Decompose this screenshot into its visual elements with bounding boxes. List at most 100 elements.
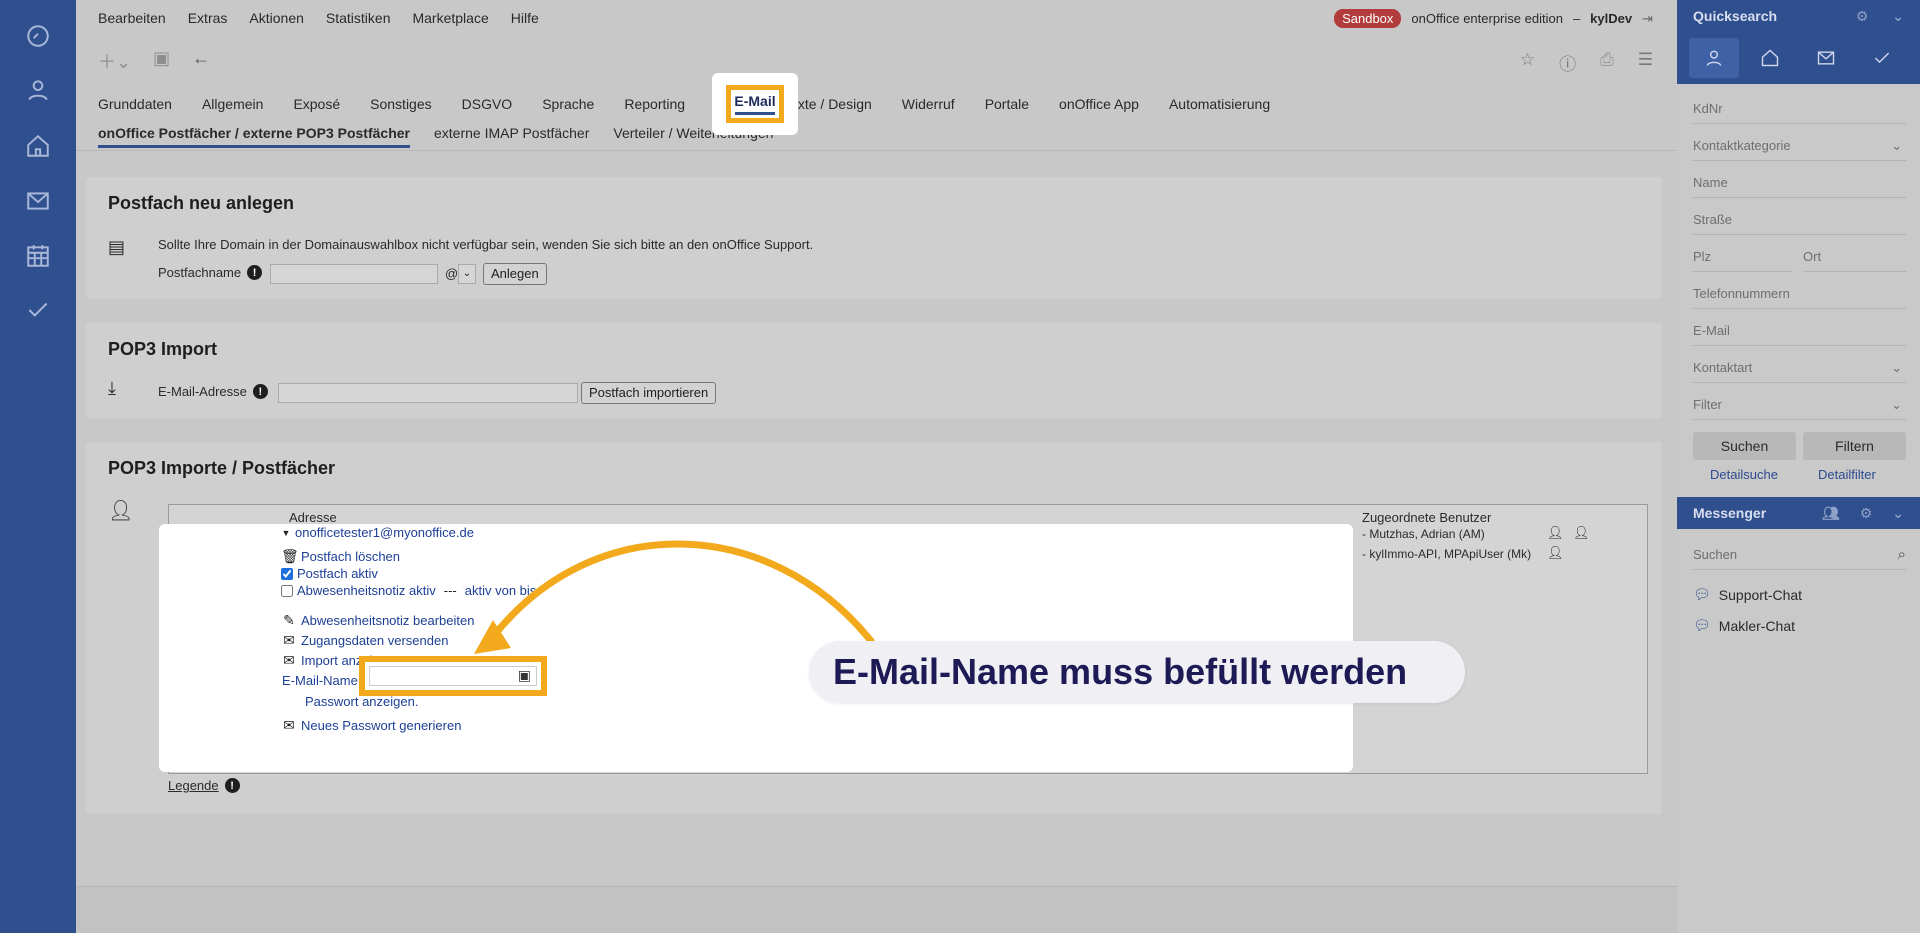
tab-reporting[interactable]: Reporting [624,96,685,112]
tab-onoffice-app[interactable]: onOffice App [1059,96,1139,112]
properties-home-icon[interactable] [22,130,54,162]
filter-select[interactable]: Filter ⌄ [1693,390,1906,420]
gear-icon[interactable]: ⚙ [1856,8,1869,24]
menu-extras[interactable]: Extras [188,10,228,26]
chat-support[interactable]: 💬︎ Support-Chat [1693,586,1802,603]
tab-dsgvo[interactable]: DSGVO [462,96,513,112]
tasks-check-icon[interactable] [22,294,54,326]
tab-grunddaten[interactable]: Grunddaten [98,96,172,112]
legend-link[interactable]: Legende [168,778,219,793]
contacts-icon[interactable] [22,74,54,106]
tab-portale[interactable]: Portale [985,96,1029,112]
person-icon[interactable] [1689,38,1739,78]
filter-placeholder: Filter [1693,397,1722,412]
archive-icon: ▤ [108,237,126,257]
email-field[interactable]: E-Mail [1693,316,1906,346]
chat-makler[interactable]: 💬︎ Makler-Chat [1693,617,1795,634]
group-icon[interactable]: 👥︎ [1822,505,1840,521]
toolbar-left: ＋⌄ ▣ ← [98,48,210,74]
card-postfach-neu: Postfach neu anlegen ▤ Sollte Ihre Domai… [86,177,1662,299]
menu-marketplace[interactable]: Marketplace [412,10,488,26]
kontaktart-select[interactable]: Kontaktart ⌄ [1693,353,1906,383]
email-tab-highlight: E-Mail [712,73,798,135]
filtern-button[interactable]: Filtern [1803,432,1906,460]
gear-icon[interactable]: ⚙ [1860,505,1873,521]
subtab-imap[interactable]: externe IMAP Postfächer [434,125,589,148]
tab-sonstiges[interactable]: Sonstiges [370,96,431,112]
messenger-search[interactable]: Suchen ⌕ [1693,540,1906,570]
callout-label: E-Mail-Name muss befüllt werden [809,641,1465,703]
telefon-placeholder: Telefonnummern [1693,286,1790,301]
person-icon: 👤︎ [108,500,134,522]
tab-email-label: E-Mail [734,93,776,109]
col-adresse: Adresse [289,510,337,525]
mail-icon[interactable] [22,185,54,217]
menu-hilfe[interactable]: Hilfe [511,10,539,26]
menu-bearbeiten[interactable]: Bearbeiten [98,10,166,26]
add-icon[interactable]: ＋⌄ [98,48,131,74]
sandbox-badge: Sandbox [1334,9,1402,28]
subtab-onoffice-postfaecher[interactable]: onOffice Postfächer / externe POP3 Postf… [98,125,410,148]
back-arrow-icon[interactable]: ← [192,48,210,74]
chevron-down-icon[interactable]: ⌄ [1892,8,1904,24]
telefon-field[interactable]: Telefonnummern [1693,279,1906,309]
name-placeholder: Name [1693,175,1728,190]
save-icon[interactable]: ▣ [153,48,170,74]
calendar-icon[interactable] [22,240,54,272]
ort-field[interactable]: Ort [1803,242,1906,272]
chat-makler-label: Makler-Chat [1718,617,1796,634]
postfach-importieren-button[interactable]: Postfach importieren [581,382,717,404]
strasse-placeholder: Straße [1693,212,1733,227]
kontaktkategorie-select[interactable]: Kontaktkategorie ⌄ [1693,131,1906,161]
plz-field[interactable]: Plz [1693,242,1793,272]
suchen-button[interactable]: Suchen [1693,432,1796,460]
tab-widerruf[interactable]: Widerruf [902,96,955,112]
tab-automatisierung[interactable]: Automatisierung [1169,96,1270,112]
mail-icon[interactable] [1801,38,1851,78]
help-icon[interactable]: ⓘ [1559,50,1576,75]
user-add-icon[interactable]: 👤︎ [1573,525,1590,541]
email-adresse-input[interactable] [278,383,578,403]
info-icon[interactable]: ! [247,265,263,280]
name-field[interactable]: Name [1693,168,1906,198]
dashboard-icon[interactable] [22,20,54,52]
anlegen-button[interactable]: Anlegen [483,263,547,285]
home-icon[interactable] [1745,38,1795,78]
menu-lines-icon[interactable]: ☰ [1638,50,1653,75]
print-icon[interactable]: ⎙ [1600,50,1614,75]
menu-statistiken[interactable]: Statistiken [326,10,391,26]
tab-expose[interactable]: Exposé [293,96,340,112]
search-icon[interactable]: ⌕ [1898,546,1906,563]
quicksearch-title: Quicksearch [1693,8,1778,24]
info-icon[interactable]: ! [224,778,240,793]
email-placeholder: E-Mail [1693,323,1730,338]
menu-aktionen[interactable]: Aktionen [249,10,303,26]
chat-bubble-icon: 💬︎ [1693,586,1711,602]
check-icon[interactable] [1857,38,1907,78]
user-name[interactable]: kylDev [1590,11,1632,26]
chevron-down-icon: ⌄ [1891,396,1902,412]
star-icon[interactable]: ☆ [1520,50,1535,75]
chevron-down-icon[interactable]: ⌄ [1892,505,1904,521]
logout-icon[interactable]: ⇥ [1642,11,1653,27]
tab-sprache[interactable]: Sprache [542,96,594,112]
card-pop3-import: POP3 Import ⤓ E-Mail-Adresse ! Postfach … [86,323,1662,418]
user-settings-icon[interactable]: 👤︎ [1547,545,1564,561]
card-title: POP3 Import [108,339,218,359]
header-right: Sandbox onOffice enterprise edition – ky… [1334,9,1653,28]
postfachname-input[interactable] [270,264,438,284]
kdnr-placeholder: KdNr [1693,101,1723,116]
user-settings-icon[interactable]: 👤︎ [1547,525,1564,541]
strasse-field[interactable]: Straße [1693,205,1906,235]
tab-allgemein[interactable]: Allgemein [202,96,263,112]
at-sign: @ [445,266,459,281]
detailfilter-link[interactable]: Detailfilter [1818,467,1876,482]
highlight-panel: ▼ onofficetester1@myonoffice.de 🗑︎ Postf… [159,524,1465,772]
left-navigation [0,0,76,933]
info-icon[interactable]: ! [252,384,268,399]
kdnr-field[interactable]: KdNr [1693,94,1906,124]
tab-email[interactable]: E-Mail [726,85,784,123]
domain-select[interactable]: ⌄ [458,264,476,284]
sub-tabs: onOffice Postfächer / externe POP3 Postf… [98,125,797,148]
detailsuche-link[interactable]: Detailsuche [1710,467,1778,482]
